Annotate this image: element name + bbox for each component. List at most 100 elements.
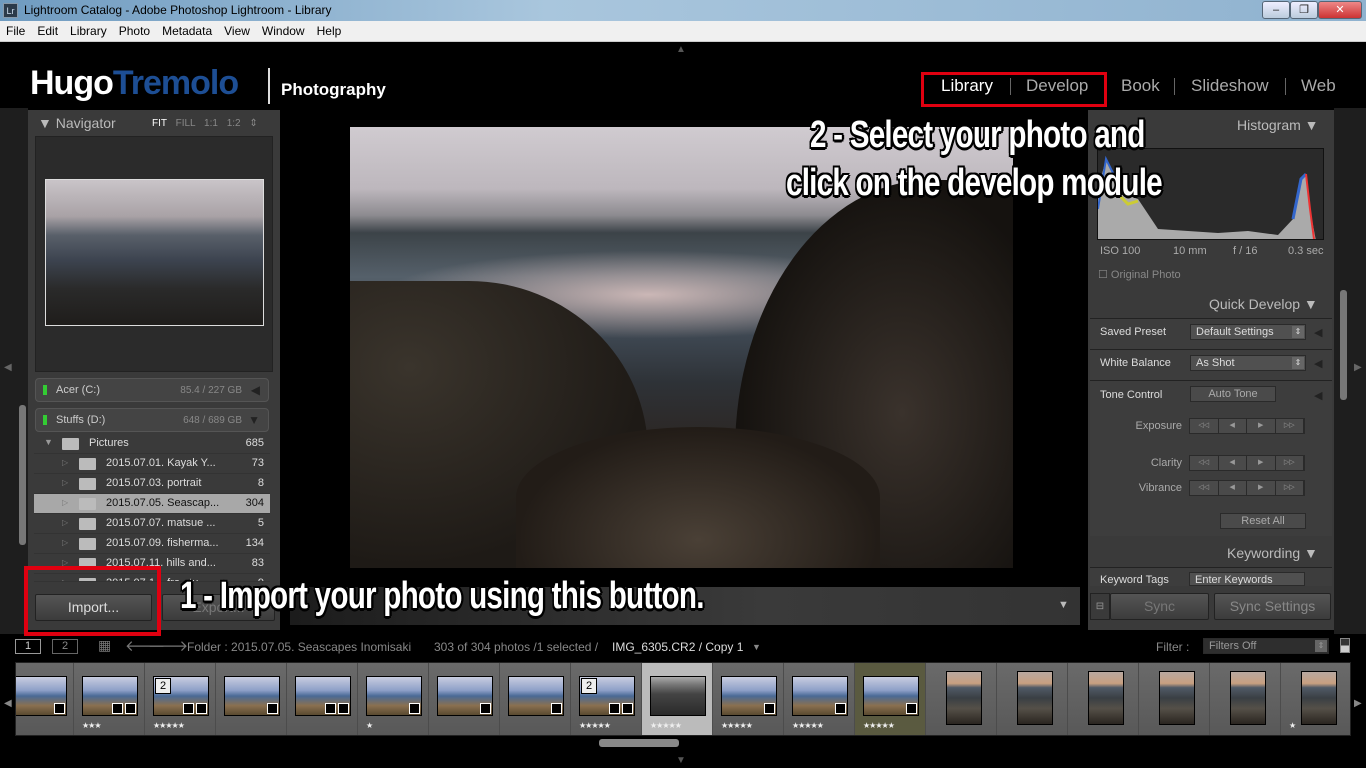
zoom-fill[interactable]: FILL xyxy=(176,118,196,129)
filmstrip-thumbnail[interactable] xyxy=(16,663,74,735)
menu-file[interactable]: File xyxy=(0,21,31,41)
menu-edit[interactable]: Edit xyxy=(31,21,64,41)
menu-library[interactable]: Library xyxy=(64,21,113,41)
crop-icon[interactable] xyxy=(112,703,123,714)
disclosure-triangle-icon[interactable]: ▷ xyxy=(62,498,68,507)
filmstrip-thumbnail[interactable]: ★ xyxy=(1281,663,1350,735)
keywording-header[interactable]: Keywording ▼ xyxy=(1227,545,1318,561)
saved-preset-select[interactable]: Default Settings ⇕ xyxy=(1190,324,1306,340)
collapse-bottom-panel-icon[interactable]: ▼ xyxy=(676,755,686,766)
module-book[interactable]: Book xyxy=(1121,76,1160,96)
crop-icon[interactable] xyxy=(609,703,620,714)
filmstrip-thumbnail[interactable] xyxy=(1068,663,1139,735)
drive-c[interactable]: Acer (C:) 85.4 / 227 GB ◀ xyxy=(35,378,269,402)
filmstrip-thumbnail[interactable] xyxy=(429,663,500,735)
star-rating[interactable]: ★★★★★ xyxy=(863,721,895,730)
develop-adjusted-icon[interactable] xyxy=(338,703,349,714)
keyword-tags-select[interactable]: Enter Keywords xyxy=(1189,572,1305,586)
filmstrip-thumbnail[interactable] xyxy=(1139,663,1210,735)
filmstrip-thumbnail[interactable]: ★★★★★ xyxy=(855,663,926,735)
star-rating[interactable]: ★★★★★ xyxy=(153,721,185,730)
filmstrip-thumbnail[interactable]: 2 ★★★★★ xyxy=(571,663,642,735)
develop-adjusted-icon[interactable] xyxy=(906,703,917,714)
close-button[interactable]: ✕ xyxy=(1318,1,1362,19)
histogram-header[interactable]: Histogram ▼ xyxy=(1237,117,1319,133)
file-menu-icon[interactable]: ▼ xyxy=(752,642,761,652)
disclosure-triangle-icon[interactable]: ▷ xyxy=(62,458,68,467)
module-web[interactable]: Web xyxy=(1301,76,1336,96)
collapse-left-panel-icon[interactable]: ◀ xyxy=(4,362,12,373)
star-rating[interactable]: ★★★★★ xyxy=(721,721,753,730)
disclosure-triangle-icon[interactable]: ▷ xyxy=(62,538,68,547)
second-screen-button[interactable]: 2 xyxy=(52,639,78,654)
collapse-right-panel-icon[interactable]: ▶ xyxy=(1354,362,1362,373)
sync-button[interactable]: Sync xyxy=(1110,593,1209,620)
filmstrip-left-icon[interactable]: ◀ xyxy=(4,698,12,709)
main-screen-button[interactable]: 1 xyxy=(15,639,41,654)
filter-select[interactable]: Filters Off ⇕ xyxy=(1203,638,1329,654)
expand-icon[interactable]: ◀ xyxy=(1314,389,1322,402)
reset-all-button[interactable]: Reset All xyxy=(1220,513,1306,529)
filmstrip-thumbnail[interactable] xyxy=(926,663,997,735)
navigator-header[interactable]: ▼ Navigator xyxy=(38,115,116,131)
star-rating[interactable]: ★★★★★ xyxy=(650,721,682,730)
develop-adjusted-icon[interactable] xyxy=(480,703,491,714)
auto-tone-button[interactable]: Auto Tone xyxy=(1190,386,1276,402)
zoom-1-2[interactable]: 1:2 xyxy=(227,118,241,129)
zoom-1-1[interactable]: 1:1 xyxy=(204,118,218,129)
folder-item[interactable]: ▷ 2015.07.05. Seascap... 304 xyxy=(34,494,270,514)
navigator-preview[interactable] xyxy=(35,136,273,372)
toolbar-menu-icon[interactable]: ▼ xyxy=(1058,599,1069,611)
menu-metadata[interactable]: Metadata xyxy=(156,21,218,41)
disclosure-triangle-icon[interactable]: ▷ xyxy=(62,518,68,527)
develop-adjusted-icon[interactable] xyxy=(409,703,420,714)
filmstrip-thumbnail[interactable]: ★★★★★ xyxy=(784,663,855,735)
right-panel-scrollbar[interactable] xyxy=(1340,290,1347,400)
develop-adjusted-icon[interactable] xyxy=(551,703,562,714)
star-rating[interactable]: ★ xyxy=(1289,721,1296,730)
collapse-top-panel-icon[interactable]: ▲ xyxy=(676,44,686,55)
develop-adjusted-icon[interactable] xyxy=(764,703,775,714)
crop-icon[interactable] xyxy=(183,703,194,714)
develop-adjusted-icon[interactable] xyxy=(125,703,136,714)
original-photo-checkbox[interactable]: ☐ Original Photo xyxy=(1098,268,1181,281)
filter-lock-toggle[interactable] xyxy=(1340,638,1350,653)
stack-count-badge[interactable]: 2 xyxy=(155,678,171,694)
filmstrip-thumbnail[interactable] xyxy=(287,663,358,735)
grid-view-icon[interactable]: ▦ xyxy=(98,637,111,654)
expand-icon[interactable]: ◀ xyxy=(1314,326,1322,339)
star-rating[interactable]: ★★★ xyxy=(82,721,101,730)
filmstrip-thumbnail[interactable] xyxy=(216,663,287,735)
filmstrip-scrollbar[interactable] xyxy=(599,739,679,747)
auto-sync-toggle[interactable]: ⊟ xyxy=(1090,593,1110,620)
folder-item[interactable]: ▷ 2015.07.01. Kayak Y... 73 xyxy=(34,454,270,474)
develop-adjusted-icon[interactable] xyxy=(54,703,65,714)
white-balance-select[interactable]: As Shot ⇕ xyxy=(1190,355,1306,371)
folder-pictures[interactable]: ▼ Pictures 685 xyxy=(34,434,270,454)
disclosure-triangle-icon[interactable]: ▼ xyxy=(44,437,53,447)
zoom-fit[interactable]: FIT xyxy=(152,118,167,129)
maximize-button[interactable]: ❐ xyxy=(1290,1,1318,19)
star-rating[interactable]: ★★★★★ xyxy=(792,721,824,730)
star-rating[interactable]: ★★★★★ xyxy=(579,721,611,730)
forward-arrow-icon[interactable]: 🡒 xyxy=(148,636,188,655)
filmstrip-thumbnail[interactable] xyxy=(997,663,1068,735)
develop-adjusted-icon[interactable] xyxy=(622,703,633,714)
exposure-stepper[interactable]: ◁◁ ◀ ▶ ▷▷ xyxy=(1189,418,1305,434)
filmstrip-thumbnail[interactable]: ★★★★★ xyxy=(642,663,713,735)
folder-item[interactable]: ▷ 2015.07.09. fisherma... 134 xyxy=(34,534,270,554)
minimize-button[interactable]: – xyxy=(1262,1,1290,19)
expand-icon[interactable]: ◀ xyxy=(1314,357,1322,370)
menu-view[interactable]: View xyxy=(218,21,256,41)
develop-adjusted-icon[interactable] xyxy=(267,703,278,714)
clarity-stepper[interactable]: ◁◁ ◀ ▶ ▷▷ xyxy=(1189,455,1305,471)
develop-adjusted-icon[interactable] xyxy=(196,703,207,714)
navigator-thumbnail[interactable] xyxy=(45,179,264,326)
folder-item[interactable]: ▷ 2015.07.07. matsue ... 5 xyxy=(34,514,270,534)
filmstrip-right-icon[interactable]: ▶ xyxy=(1354,698,1362,709)
develop-adjusted-icon[interactable] xyxy=(835,703,846,714)
disclosure-triangle-icon[interactable]: ▷ xyxy=(62,478,68,487)
sync-settings-button[interactable]: Sync Settings xyxy=(1214,593,1331,620)
filmstrip-thumbnail[interactable]: ★ xyxy=(358,663,429,735)
quick-develop-header[interactable]: Quick Develop ▼ xyxy=(1209,296,1318,312)
